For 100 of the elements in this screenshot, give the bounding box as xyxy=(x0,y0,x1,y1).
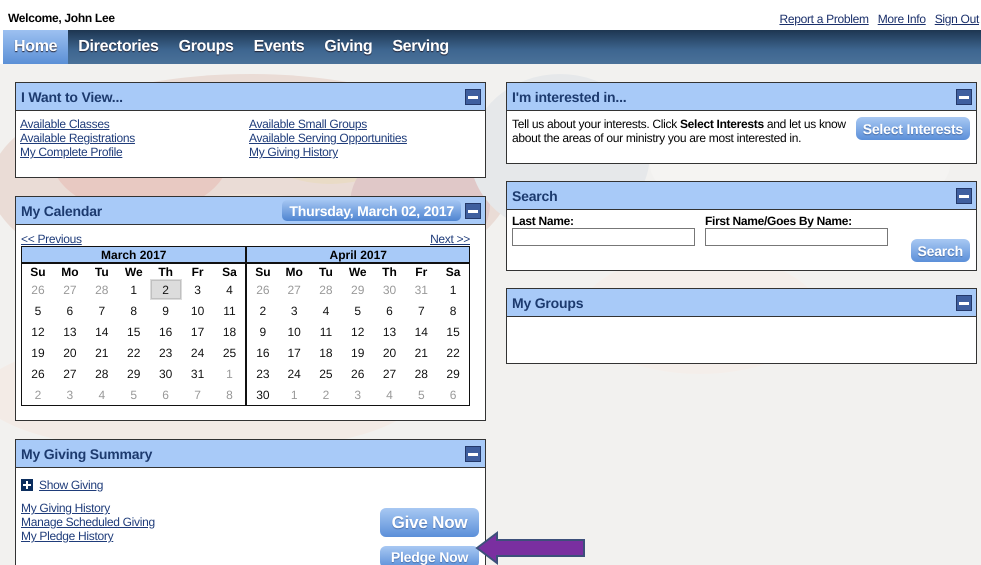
calendar-day[interactable]: 10 xyxy=(182,300,214,321)
link[interactable]: Available Classes xyxy=(20,117,249,131)
calendar-day[interactable]: 8 xyxy=(437,300,469,321)
calendar-day[interactable]: 10 xyxy=(278,321,310,342)
link[interactable]: My Pledge History xyxy=(21,529,155,543)
weekday-label: Th xyxy=(374,263,406,279)
calendar-day[interactable]: 3 xyxy=(182,279,214,300)
calendar-day[interactable]: 7 xyxy=(86,300,118,321)
calendar-day[interactable]: 18 xyxy=(310,342,342,363)
calendar-day[interactable]: 29 xyxy=(437,363,469,384)
header-link[interactable]: Sign Out xyxy=(934,12,979,26)
calendar-day[interactable]: 13 xyxy=(54,321,86,342)
calendar-day[interactable]: 4 xyxy=(310,300,342,321)
calendar-day[interactable]: 3 xyxy=(278,300,310,321)
previous-link[interactable]: << Previous xyxy=(21,233,82,246)
collapse-button[interactable] xyxy=(465,88,481,104)
header-link[interactable]: Report a Problem xyxy=(779,12,869,26)
collapse-button[interactable] xyxy=(956,88,972,104)
calendar-day[interactable]: 30 xyxy=(246,384,278,405)
calendar-day[interactable]: 12 xyxy=(342,321,374,342)
calendar-day[interactable]: 17 xyxy=(278,342,310,363)
collapse-button[interactable] xyxy=(956,188,972,204)
calendar-day[interactable]: 24 xyxy=(182,342,214,363)
calendar-day[interactable]: 20 xyxy=(374,342,406,363)
calendar-day[interactable]: 8 xyxy=(118,300,150,321)
weekday-label: Su xyxy=(22,263,54,279)
calendar-day[interactable]: 26 xyxy=(342,363,374,384)
calendar-day[interactable]: 1 xyxy=(118,279,150,300)
calendar-day[interactable]: 20 xyxy=(54,342,86,363)
calendar-day[interactable]: 7 xyxy=(405,300,438,321)
weekday-label: Sa xyxy=(437,263,469,279)
link[interactable]: Available Small Groups xyxy=(249,117,481,131)
calendar-day[interactable]: 17 xyxy=(182,321,214,342)
nav-tab[interactable]: Groups xyxy=(168,30,244,64)
calendar-day[interactable]: 22 xyxy=(118,342,150,363)
link[interactable]: My Giving History xyxy=(249,145,481,159)
calendar-day[interactable]: 16 xyxy=(246,342,278,363)
calendar-day[interactable]: 28 xyxy=(405,363,438,384)
calendar-day[interactable]: 19 xyxy=(342,342,374,363)
calendar-day[interactable]: 18 xyxy=(214,321,246,342)
calendar-day[interactable]: 19 xyxy=(22,342,54,363)
calendar-day[interactable]: 26 xyxy=(22,363,54,384)
minus-icon xyxy=(956,294,972,310)
calendar-day[interactable]: 13 xyxy=(374,321,406,342)
calendar-day[interactable]: 27 xyxy=(54,363,86,384)
calendar-day[interactable]: 5 xyxy=(342,300,374,321)
calendar-day[interactable]: 1 xyxy=(437,279,469,300)
link[interactable]: Available Registrations xyxy=(20,131,249,145)
nav-tab[interactable]: Giving xyxy=(314,30,382,64)
calendar-day[interactable]: 12 xyxy=(22,321,54,342)
next-link[interactable]: Next >> xyxy=(430,233,470,246)
calendar-day[interactable]: 4 xyxy=(214,279,246,300)
calendar-day[interactable]: 28 xyxy=(86,363,118,384)
nav-tab[interactable]: Directories xyxy=(68,30,169,64)
plus-icon[interactable] xyxy=(21,479,33,491)
panel-title: My Giving Summary xyxy=(21,446,152,462)
collapse-button[interactable] xyxy=(465,446,481,462)
calendar-day[interactable]: 30 xyxy=(150,363,182,384)
calendar-day[interactable]: 21 xyxy=(86,342,118,363)
calendar-day[interactable]: 15 xyxy=(118,321,150,342)
calendar-day[interactable]: 27 xyxy=(374,363,406,384)
calendar-day[interactable]: 9 xyxy=(150,300,182,321)
link[interactable]: Available Serving Opportunities xyxy=(249,131,481,145)
calendar-day[interactable]: 6 xyxy=(54,300,86,321)
calendar-day[interactable]: 29 xyxy=(118,363,150,384)
calendar-day[interactable]: 9 xyxy=(246,321,278,342)
calendar-day[interactable]: 25 xyxy=(214,342,246,363)
collapse-button[interactable] xyxy=(465,202,481,218)
calendar-day[interactable]: 24 xyxy=(278,363,310,384)
nav-tab[interactable]: Serving xyxy=(382,30,459,64)
calendar-day[interactable]: 23 xyxy=(150,342,182,363)
link[interactable]: My Giving History xyxy=(21,501,155,515)
minus-icon xyxy=(465,88,481,104)
calendar-day[interactable]: 11 xyxy=(310,321,342,342)
minus-icon xyxy=(465,446,481,462)
calendar-day[interactable]: 11 xyxy=(214,300,246,321)
minus-icon xyxy=(956,188,972,204)
calendar-day[interactable]: 22 xyxy=(437,342,469,363)
link[interactable]: Manage Scheduled Giving xyxy=(21,515,155,529)
calendar-day[interactable]: 21 xyxy=(405,342,438,363)
weekday-label: Th xyxy=(150,263,182,279)
calendar-day[interactable]: 2 xyxy=(150,279,182,300)
input-field[interactable] xyxy=(705,228,888,246)
nav-tab[interactable]: Events xyxy=(244,30,314,64)
calendar-day[interactable]: 14 xyxy=(86,321,118,342)
link[interactable]: My Complete Profile xyxy=(20,145,249,159)
show-giving-link[interactable]: Show Giving xyxy=(39,478,104,492)
calendar-day[interactable]: 14 xyxy=(405,321,438,342)
collapse-button[interactable] xyxy=(956,294,972,310)
calendar-day[interactable]: 25 xyxy=(310,363,342,384)
header-link[interactable]: More Info xyxy=(878,12,926,26)
calendar-day[interactable]: 6 xyxy=(374,300,406,321)
calendar-day[interactable]: 31 xyxy=(182,363,214,384)
calendar-day[interactable]: 5 xyxy=(22,300,54,321)
calendar-day[interactable]: 2 xyxy=(246,300,278,321)
calendar-day[interactable]: 16 xyxy=(150,321,182,342)
calendar-day[interactable]: 15 xyxy=(437,321,469,342)
panel-title: My Groups xyxy=(512,294,584,310)
input-field[interactable] xyxy=(512,228,695,246)
calendar-day[interactable]: 23 xyxy=(246,363,278,384)
